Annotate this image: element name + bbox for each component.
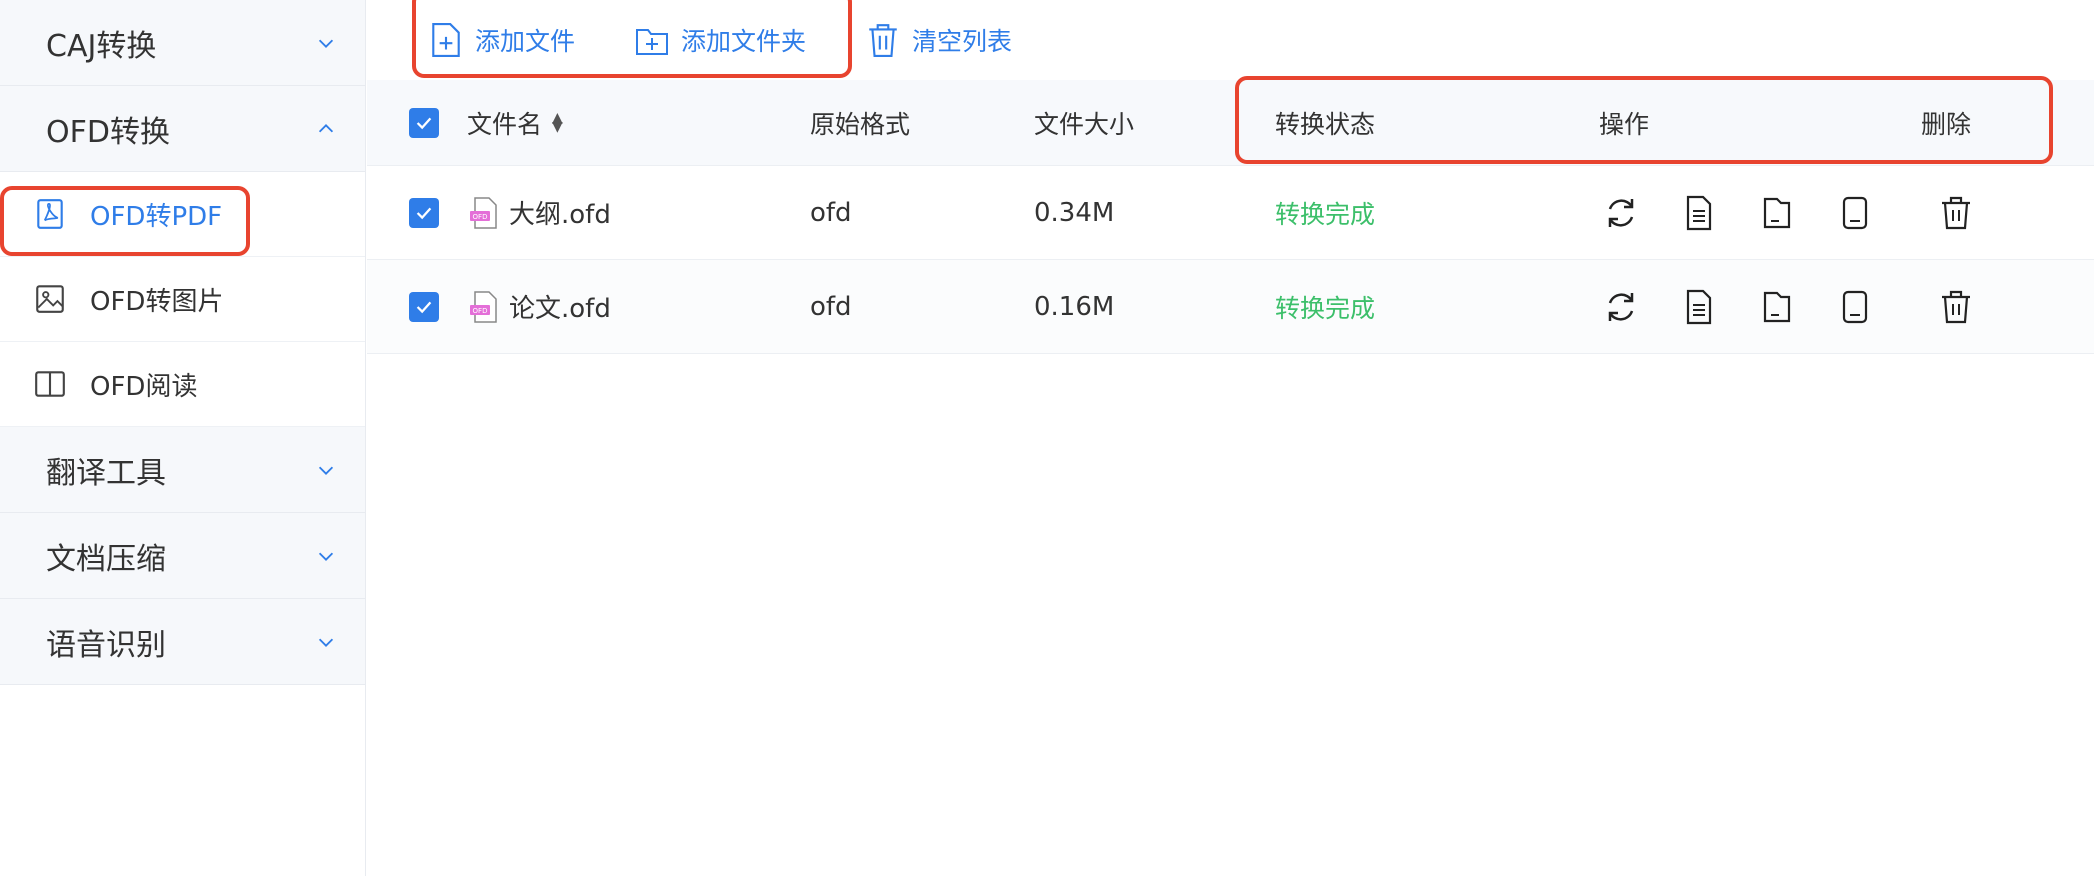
file-format: ofd xyxy=(810,291,852,322)
delete-row-icon[interactable] xyxy=(1934,285,1978,329)
sidebar-item-ofd-to-pdf[interactable]: OFD转PDF xyxy=(0,172,365,257)
svg-text:OFD: OFD xyxy=(473,213,488,221)
sidebar-group-label: CAJ转换 xyxy=(46,28,157,64)
sidebar-item-label: OFD转图片 xyxy=(90,286,224,317)
book-icon xyxy=(32,366,68,402)
add-folder-icon xyxy=(636,29,669,55)
image-icon xyxy=(32,281,68,317)
chevron-down-icon xyxy=(315,545,337,567)
table-header: 文件名 ▲ ▼ 原始格式 文件大小 转换状态 操作 删除 xyxy=(367,80,2094,166)
row-checkbox[interactable] xyxy=(409,291,439,322)
column-header-name[interactable]: 文件名 ▲ ▼ xyxy=(467,105,810,141)
sidebar-group-label: OFD转换 xyxy=(46,114,170,150)
ofd-file-icon: OFD xyxy=(470,290,497,323)
add-file-button[interactable]: 添加文件 xyxy=(429,22,575,58)
add-folder-label: 添加文件夹 xyxy=(681,27,807,56)
svg-text:OFD: OFD xyxy=(473,307,488,315)
trash-icon xyxy=(869,24,897,57)
delete-row-icon[interactable] xyxy=(1934,191,1978,235)
status-badge: 转换完成 xyxy=(1275,199,1376,229)
table-row: OFD 论文.ofd ofd 0.16M 转换完成 xyxy=(367,260,2094,354)
sidebar-item-label: OFD转PDF xyxy=(90,201,223,232)
column-header-status: 转换状态 xyxy=(1275,109,1376,139)
header-label: 文件名 xyxy=(467,109,543,139)
chevron-up-icon xyxy=(315,118,337,140)
sidebar-group-translate[interactable]: 翻译工具 xyxy=(0,427,365,513)
sidebar-item-ofd-to-image[interactable]: OFD转图片 xyxy=(0,257,365,342)
reconvert-icon[interactable] xyxy=(1599,191,1643,235)
add-file-label: 添加文件 xyxy=(475,27,576,56)
add-file-icon xyxy=(432,23,460,57)
row-checkbox[interactable] xyxy=(409,197,439,228)
sidebar-group-ofd[interactable]: OFD转换 xyxy=(0,86,365,172)
file-format: ofd xyxy=(810,197,852,228)
preview-icon[interactable] xyxy=(1833,191,1877,235)
status-badge: 转换完成 xyxy=(1275,293,1376,323)
open-file-icon[interactable] xyxy=(1677,191,1721,235)
check-icon xyxy=(416,301,432,313)
column-header-size: 文件大小 xyxy=(1034,109,1135,139)
table-row: OFD 大纲.ofd ofd 0.34M 转换完成 xyxy=(367,166,2094,260)
reconvert-icon[interactable] xyxy=(1599,285,1643,329)
preview-icon[interactable] xyxy=(1833,285,1877,329)
sidebar-group-compress[interactable]: 文档压缩 xyxy=(0,513,365,599)
file-size: 0.34M xyxy=(1034,197,1115,228)
open-file-icon[interactable] xyxy=(1677,285,1721,329)
sidebar-group-label: 文档压缩 xyxy=(46,541,166,577)
check-icon xyxy=(416,207,432,219)
select-all-checkbox[interactable] xyxy=(409,107,439,138)
file-name: 论文.ofd xyxy=(509,294,611,324)
sidebar-group-label: 语音识别 xyxy=(46,627,166,663)
ofd-file-icon: OFD xyxy=(470,196,497,229)
column-header-ops: 操作 xyxy=(1599,109,1650,139)
sidebar-item-label: OFD阅读 xyxy=(90,371,198,402)
check-icon xyxy=(416,117,432,129)
sort-icon[interactable]: ▲ ▼ xyxy=(552,111,563,134)
chevron-down-icon xyxy=(315,459,337,481)
column-header-format: 原始格式 xyxy=(810,109,911,139)
main-panel: 添加文件 添加文件夹 清空列表 文件名 ▲ ▼ 原始格式 文件大小 转换状态 操作… xyxy=(367,0,2094,876)
clear-list-label: 清空列表 xyxy=(912,27,1013,56)
column-header-delete: 删除 xyxy=(1921,109,1972,139)
pdf-icon xyxy=(32,196,68,232)
file-size: 0.16M xyxy=(1034,291,1115,322)
sidebar-group-caj[interactable]: CAJ转换 xyxy=(0,0,365,86)
chevron-down-icon xyxy=(315,32,337,54)
sidebar-group-label: 翻译工具 xyxy=(46,455,166,491)
open-folder-icon[interactable] xyxy=(1755,191,1799,235)
clear-list-button[interactable]: 清空列表 xyxy=(866,22,1012,58)
add-folder-button[interactable]: 添加文件夹 xyxy=(635,22,806,58)
chevron-down-icon xyxy=(315,631,337,653)
sidebar: CAJ转换 OFD转换 OFD转PDF OFD转图片 OFD阅读 翻译工具 文档… xyxy=(0,0,366,876)
file-name: 大纲.ofd xyxy=(509,200,611,230)
open-folder-icon[interactable] xyxy=(1755,285,1799,329)
sidebar-group-speech[interactable]: 语音识别 xyxy=(0,599,365,685)
toolbar: 添加文件 添加文件夹 清空列表 xyxy=(367,0,2094,80)
sidebar-item-ofd-reader[interactable]: OFD阅读 xyxy=(0,342,365,427)
